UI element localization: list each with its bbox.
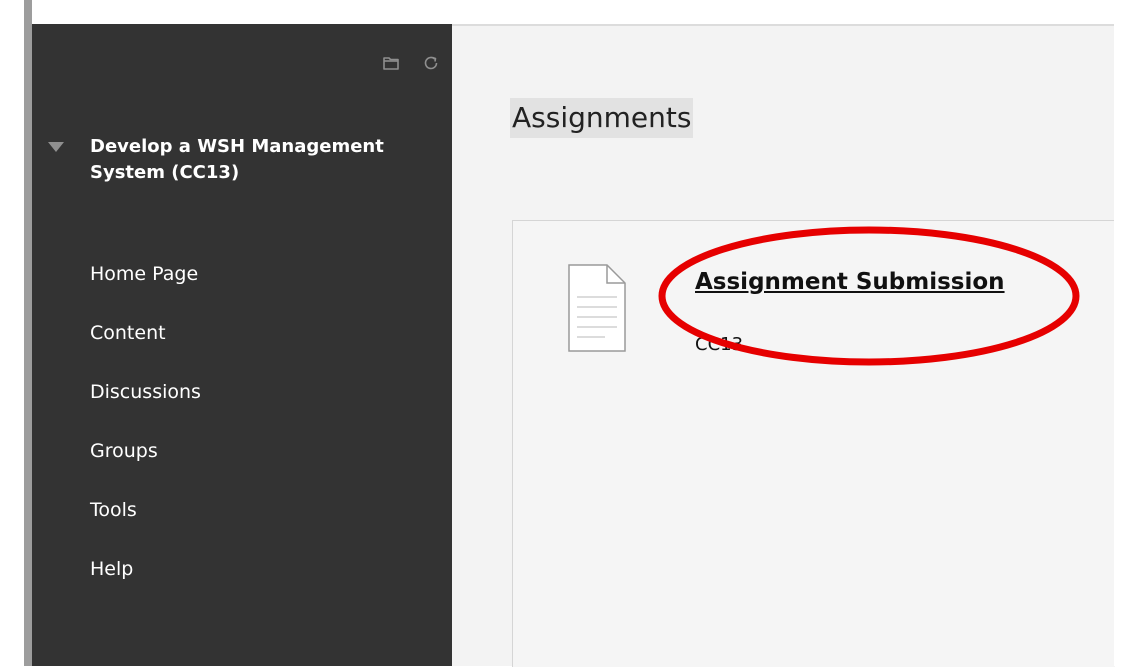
folder-icon[interactable]	[382, 54, 400, 72]
main-content: Assignments Assignment Submission CC13	[452, 26, 1115, 667]
assignment-submission-link[interactable]: Assignment Submission	[695, 265, 1005, 299]
left-margin	[0, 0, 24, 666]
course-nav: Home Page Content Discussions Groups Too…	[90, 262, 201, 616]
sidebar-item-groups[interactable]: Groups	[90, 439, 201, 463]
refresh-icon[interactable]	[422, 54, 440, 72]
assignment-description: CC13	[695, 334, 744, 355]
sidebar-item-home-page[interactable]: Home Page	[90, 262, 201, 286]
triangle-down-icon[interactable]	[48, 142, 64, 152]
right-margin	[1114, 0, 1122, 666]
page-title: Assignments	[510, 98, 694, 138]
course-sidebar: Develop a WSH Management System (CC13) H…	[32, 24, 452, 666]
content-item-list: Assignment Submission CC13	[512, 220, 1115, 667]
sidebar-tools	[382, 54, 440, 72]
top-bar	[32, 0, 1114, 24]
left-border	[24, 0, 32, 666]
sidebar-item-tools[interactable]: Tools	[90, 498, 201, 522]
document-icon	[568, 264, 626, 352]
course-title[interactable]: Develop a WSH Management System (CC13)	[90, 134, 390, 186]
sidebar-item-help[interactable]: Help	[90, 557, 201, 581]
sidebar-item-discussions[interactable]: Discussions	[90, 380, 201, 404]
sidebar-item-content[interactable]: Content	[90, 321, 201, 345]
